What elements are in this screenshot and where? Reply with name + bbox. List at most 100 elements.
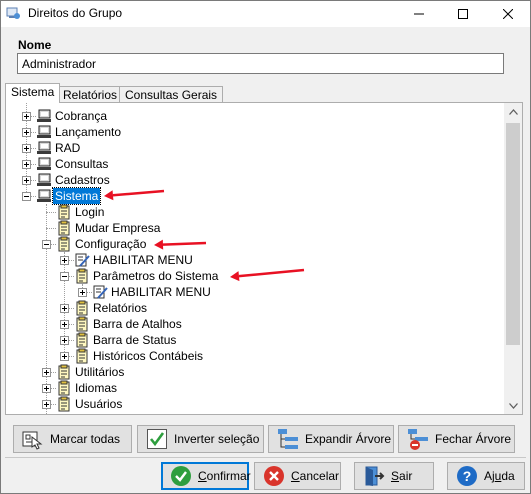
tree-node-label[interactable]: Lançamento: [53, 124, 123, 140]
help-icon: ?: [457, 466, 477, 486]
select-all-button[interactable]: Marcar todas: [13, 425, 132, 453]
tree-node[interactable]: HABILITAR MENU: [6, 284, 504, 300]
cancel-circle-icon: [264, 466, 284, 486]
document-icon: [58, 220, 70, 236]
scroll-down-button[interactable]: [504, 397, 522, 414]
tree-node-label[interactable]: Cobrança: [53, 108, 109, 124]
confirm-label: Confirmar: [198, 469, 251, 483]
tree-node[interactable]: Relatórios: [6, 300, 504, 316]
scroll-up-button[interactable]: [504, 103, 522, 120]
tree-node[interactable]: Sistema: [6, 187, 504, 205]
tree-node[interactable]: Idiomas: [6, 380, 504, 396]
rights-tree-panel: Cobrança Lançamento RAD Consultas Cadastros S…: [5, 102, 523, 415]
tree-node[interactable]: Lançamento: [6, 124, 504, 140]
tree-node-label[interactable]: Login: [73, 204, 106, 220]
edit-icon: [93, 285, 108, 299]
tree-node[interactable]: RAD: [6, 140, 504, 156]
computer-icon: [37, 125, 51, 138]
tree-node[interactable]: Usuários: [6, 396, 504, 412]
expand-toggle[interactable]: [22, 128, 31, 137]
document-icon: [76, 300, 88, 316]
tree-node-label[interactable]: HABILITAR MENU: [109, 284, 213, 300]
svg-text:?: ?: [463, 468, 472, 484]
tree-node-label[interactable]: RAD: [53, 140, 82, 156]
tree-node-label[interactable]: Históricos Contábeis: [91, 348, 205, 364]
vertical-scrollbar[interactable]: [504, 103, 522, 414]
scroll-thumb[interactable]: [506, 123, 520, 345]
select-all-icon: [22, 431, 43, 450]
expand-toggle[interactable]: [22, 160, 31, 169]
tree-node[interactable]: Cadastros: [6, 172, 504, 188]
checkbox-check-icon: [147, 429, 167, 449]
tree-node-label[interactable]: Cadastros: [53, 172, 112, 188]
tree-connector: [46, 212, 56, 213]
collapse-tree-button[interactable]: Fechar Árvore: [398, 425, 515, 453]
expand-tree-button[interactable]: Expandir Árvore: [268, 425, 394, 453]
expand-toggle[interactable]: [60, 256, 69, 265]
help-button[interactable]: ? Ajuda: [447, 462, 525, 490]
tree-node-label[interactable]: Mudar Empresa: [73, 220, 162, 236]
expand-toggle[interactable]: [22, 144, 31, 153]
maximize-button[interactable]: [441, 1, 485, 27]
exit-button[interactable]: Sair: [354, 462, 434, 490]
tree-node[interactable]: Barra de Atalhos: [6, 316, 504, 332]
tree-node-label[interactable]: Sistema: [51, 187, 102, 205]
tab-consultas-gerais[interactable]: Consultas Gerais: [119, 86, 224, 103]
expand-tree-label: Expandir Árvore: [305, 432, 392, 446]
document-icon: [58, 396, 70, 412]
confirm-button[interactable]: Confirmar: [161, 462, 251, 490]
invert-selection-label: Inverter seleção: [174, 432, 260, 446]
minimize-icon: [414, 13, 424, 15]
tree-node-label[interactable]: Relatórios: [91, 300, 149, 316]
expand-toggle[interactable]: [60, 304, 69, 313]
collapse-toggle[interactable]: [42, 240, 51, 249]
tree-node-label[interactable]: Barra de Status: [91, 332, 178, 348]
tree-node[interactable]: Cobrança: [6, 108, 504, 124]
collapse-toggle[interactable]: [60, 272, 69, 281]
tree-node-label[interactable]: Barra de Atalhos: [91, 316, 184, 332]
tree-node[interactable]: Mudar Empresa: [6, 220, 504, 236]
expand-toggle[interactable]: [42, 368, 51, 377]
expand-toggle[interactable]: [60, 336, 69, 345]
tree-node[interactable]: Parâmetros do Sistema: [6, 268, 504, 284]
tree-node-label[interactable]: Idiomas: [73, 380, 119, 396]
collapse-toggle[interactable]: [22, 192, 31, 201]
document-icon: [76, 332, 88, 348]
expand-toggle[interactable]: [42, 384, 51, 393]
expand-toggle[interactable]: [22, 176, 31, 185]
computer-icon: [37, 141, 51, 154]
computer-icon: [37, 173, 51, 186]
expand-toggle[interactable]: [78, 288, 87, 297]
tree-node[interactable]: HABILITAR MENU: [6, 252, 504, 268]
expand-toggle[interactable]: [60, 320, 69, 329]
tab-sistema[interactable]: Sistema: [5, 83, 61, 103]
exit-door-icon: [365, 466, 385, 486]
minimize-button[interactable]: [397, 1, 441, 27]
tree-node[interactable]: Configuração: [6, 236, 504, 252]
tree-node-label[interactable]: Usuários: [73, 396, 124, 412]
tree-node[interactable]: Históricos Contábeis: [6, 348, 504, 364]
expand-tree-icon: [278, 429, 298, 449]
tree-node[interactable]: Utilitários: [6, 364, 504, 380]
tree-node-label[interactable]: Consultas: [53, 156, 110, 172]
name-field[interactable]: [17, 53, 504, 74]
tree-node-label[interactable]: Parâmetros do Sistema: [91, 268, 220, 284]
expand-toggle[interactable]: [22, 112, 31, 121]
tab-relatorios[interactable]: Relatórios: [57, 86, 124, 103]
expand-toggle[interactable]: [60, 352, 69, 361]
tree-node-label[interactable]: Utilitários: [73, 364, 126, 380]
tree-node[interactable]: Login: [6, 204, 504, 220]
tree-node-label[interactable]: Configuração: [73, 236, 148, 252]
tree-node[interactable]: Barra de Status: [6, 332, 504, 348]
computer-icon: [37, 157, 51, 170]
close-button[interactable]: [486, 1, 530, 27]
document-icon: [58, 364, 70, 380]
cancel-button[interactable]: Cancelar: [254, 462, 341, 490]
tree-node-label[interactable]: HABILITAR MENU: [91, 252, 195, 268]
tree-node[interactable]: Consultas: [6, 156, 504, 172]
invert-selection-button[interactable]: Inverter seleção: [137, 425, 264, 453]
rights-tree[interactable]: Cobrança Lançamento RAD Consultas Cadastros S…: [6, 103, 504, 414]
expand-toggle[interactable]: [42, 400, 51, 409]
title-bar: Direitos do Grupo: [1, 1, 530, 27]
document-icon: [58, 204, 70, 220]
